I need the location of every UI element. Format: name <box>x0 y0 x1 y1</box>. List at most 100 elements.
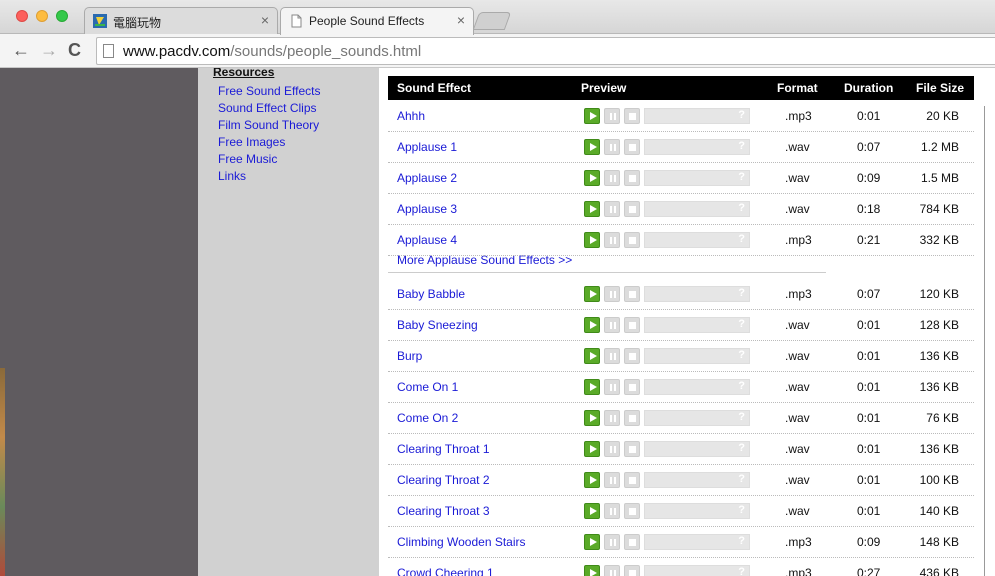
sound-name-link[interactable]: Clearing Throat 1 <box>397 442 490 456</box>
play-icon[interactable] <box>584 201 600 217</box>
play-icon[interactable] <box>584 139 600 155</box>
help-icon[interactable]: ? <box>738 535 745 547</box>
help-icon[interactable]: ? <box>738 140 745 152</box>
sound-name-link[interactable]: Applause 2 <box>397 171 457 185</box>
stop-icon[interactable] <box>624 441 640 457</box>
stop-icon[interactable] <box>624 348 640 364</box>
close-window-button[interactable] <box>16 10 28 22</box>
help-icon[interactable]: ? <box>738 287 745 299</box>
progress-bar[interactable]: ? <box>644 317 750 333</box>
pause-icon[interactable] <box>604 108 620 124</box>
stop-icon[interactable] <box>624 565 640 576</box>
progress-bar[interactable]: ? <box>644 108 750 124</box>
tab-close-icon[interactable]: × <box>457 12 465 28</box>
stop-icon[interactable] <box>624 139 640 155</box>
stop-icon[interactable] <box>624 317 640 333</box>
progress-bar[interactable]: ? <box>644 379 750 395</box>
stop-icon[interactable] <box>624 232 640 248</box>
progress-bar[interactable]: ? <box>644 139 750 155</box>
play-icon[interactable] <box>584 108 600 124</box>
pause-icon[interactable] <box>604 170 620 186</box>
progress-bar[interactable]: ? <box>644 534 750 550</box>
help-icon[interactable]: ? <box>738 473 745 485</box>
help-icon[interactable]: ? <box>738 233 745 245</box>
help-icon[interactable]: ? <box>738 202 745 214</box>
play-icon[interactable] <box>584 503 600 519</box>
tab-diannao-wanwu[interactable]: 電腦玩物 × <box>84 7 278 35</box>
stop-icon[interactable] <box>624 503 640 519</box>
help-icon[interactable]: ? <box>738 504 745 516</box>
pause-icon[interactable] <box>604 139 620 155</box>
progress-bar[interactable]: ? <box>644 201 750 217</box>
stop-icon[interactable] <box>624 410 640 426</box>
sound-name-link[interactable]: Clearing Throat 2 <box>397 473 490 487</box>
help-icon[interactable]: ? <box>738 411 745 423</box>
sidebar-link-free-sound-effects[interactable]: Free Sound Effects <box>218 84 321 98</box>
pause-icon[interactable] <box>604 565 620 576</box>
sound-name-link[interactable]: Burp <box>397 349 422 363</box>
play-icon[interactable] <box>584 348 600 364</box>
sound-name-link[interactable]: Applause 3 <box>397 202 457 216</box>
sound-name-link[interactable]: Ahhh <box>397 109 425 123</box>
play-icon[interactable] <box>584 410 600 426</box>
help-icon[interactable]: ? <box>738 349 745 361</box>
stop-icon[interactable] <box>624 472 640 488</box>
zoom-window-button[interactable] <box>56 10 68 22</box>
pause-icon[interactable] <box>604 348 620 364</box>
sound-name-link[interactable]: Climbing Wooden Stairs <box>397 535 526 549</box>
sound-name-link[interactable]: Come On 2 <box>397 411 458 425</box>
sound-name-link[interactable]: Baby Babble <box>397 287 465 301</box>
play-icon[interactable] <box>584 286 600 302</box>
address-bar[interactable]: www.pacdv.com/sounds/people_sounds.html <box>96 37 995 65</box>
play-icon[interactable] <box>584 534 600 550</box>
stop-icon[interactable] <box>624 170 640 186</box>
progress-bar[interactable]: ? <box>644 472 750 488</box>
help-icon[interactable]: ? <box>738 566 745 576</box>
pause-icon[interactable] <box>604 317 620 333</box>
reload-icon[interactable]: C <box>68 40 81 61</box>
help-icon[interactable]: ? <box>738 442 745 454</box>
pause-icon[interactable] <box>604 534 620 550</box>
progress-bar[interactable]: ? <box>644 348 750 364</box>
sound-name-link[interactable]: Come On 1 <box>397 380 458 394</box>
sound-name-link[interactable]: Clearing Throat 3 <box>397 504 490 518</box>
play-icon[interactable] <box>584 565 600 576</box>
stop-icon[interactable] <box>624 379 640 395</box>
sound-name-link[interactable]: Applause 4 <box>397 233 457 247</box>
progress-bar[interactable]: ? <box>644 565 750 576</box>
play-icon[interactable] <box>584 379 600 395</box>
help-icon[interactable]: ? <box>738 171 745 183</box>
stop-icon[interactable] <box>624 534 640 550</box>
progress-bar[interactable]: ? <box>644 441 750 457</box>
minimize-window-button[interactable] <box>36 10 48 22</box>
play-icon[interactable] <box>584 472 600 488</box>
pause-icon[interactable] <box>604 472 620 488</box>
sound-name-link[interactable]: Applause 1 <box>397 140 457 154</box>
pause-icon[interactable] <box>604 379 620 395</box>
pause-icon[interactable] <box>604 201 620 217</box>
sidebar-link-free-images[interactable]: Free Images <box>218 135 285 149</box>
play-icon[interactable] <box>584 232 600 248</box>
play-icon[interactable] <box>584 170 600 186</box>
sound-name-link[interactable]: Crowd Cheering 1 <box>397 566 494 576</box>
help-icon[interactable]: ? <box>738 318 745 330</box>
sound-name-link[interactable]: Baby Sneezing <box>397 318 478 332</box>
tab-people-sound-effects[interactable]: People Sound Effects × <box>280 7 474 35</box>
sidebar-link-sound-effect-clips[interactable]: Sound Effect Clips <box>218 101 317 115</box>
play-icon[interactable] <box>584 317 600 333</box>
forward-arrow-icon[interactable]: → <box>40 40 58 61</box>
play-icon[interactable] <box>584 441 600 457</box>
new-tab-button[interactable] <box>472 12 512 30</box>
stop-icon[interactable] <box>624 286 640 302</box>
progress-bar[interactable]: ? <box>644 410 750 426</box>
progress-bar[interactable]: ? <box>644 170 750 186</box>
pause-icon[interactable] <box>604 286 620 302</box>
progress-bar[interactable]: ? <box>644 286 750 302</box>
pause-icon[interactable] <box>604 503 620 519</box>
tab-close-icon[interactable]: × <box>261 12 269 28</box>
progress-bar[interactable]: ? <box>644 232 750 248</box>
help-icon[interactable]: ? <box>738 109 745 121</box>
stop-icon[interactable] <box>624 201 640 217</box>
pause-icon[interactable] <box>604 410 620 426</box>
help-icon[interactable]: ? <box>738 380 745 392</box>
